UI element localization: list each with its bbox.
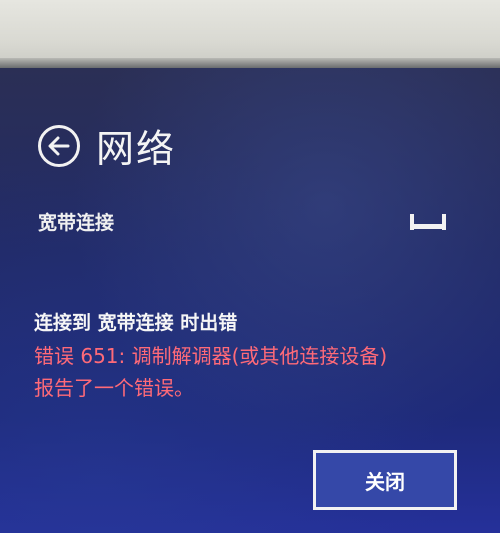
error-message-line-1: 错误 651: 调制解调器(或其他连接设备)	[34, 344, 388, 368]
panel-header: 网络	[38, 118, 176, 173]
close-button[interactable]: 关闭	[313, 450, 457, 510]
error-heading: 连接到 宽带连接 时出错	[34, 312, 238, 334]
network-charm-panel: 网络 宽带连接 连接到 宽带连接 时出错 错误 651: 调制解调器(或其他连接…	[0, 68, 500, 533]
back-arrow-icon	[48, 136, 70, 156]
connection-item-broadband[interactable]: 宽带连接	[38, 208, 448, 235]
page-title: 网络	[96, 127, 177, 171]
broadband-connection-icon	[408, 212, 448, 232]
back-button[interactable]	[38, 124, 80, 167]
error-message-line-2: 报告了一个错误。	[34, 376, 194, 400]
connection-name: 宽带连接	[38, 212, 115, 234]
error-message: 错误 651: 调制解调器(或其他连接设备) 报告了一个错误。	[34, 340, 464, 404]
